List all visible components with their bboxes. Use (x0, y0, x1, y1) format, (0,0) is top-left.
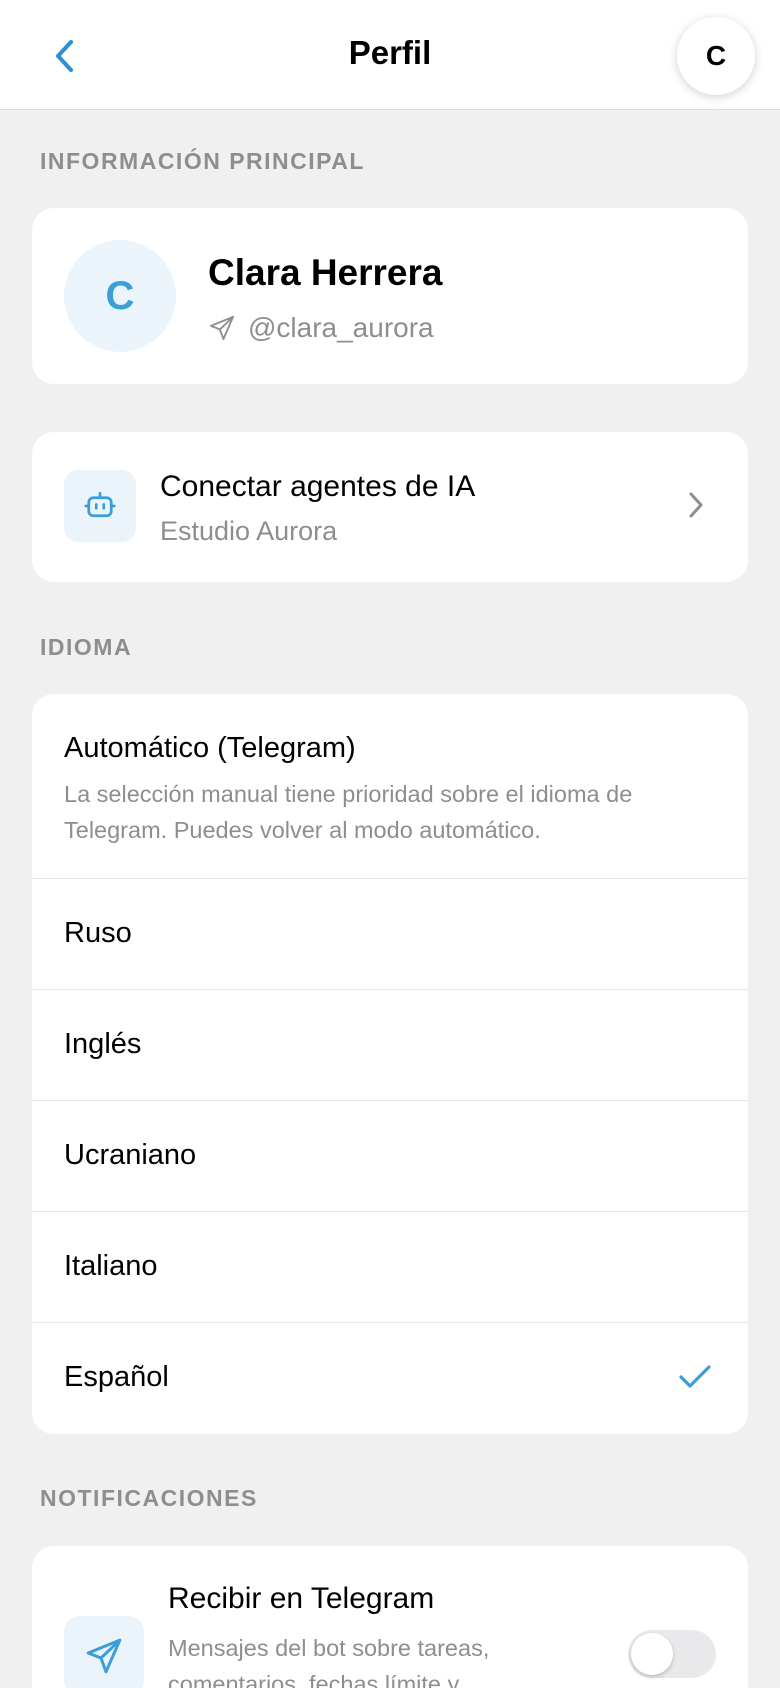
agents-title: Conectar agentes de IA (160, 470, 476, 503)
notifications-telegram-toggle[interactable] (628, 1630, 716, 1678)
profile-handle: @clara_aurora (248, 312, 434, 343)
language-option-label: Español (64, 1361, 169, 1393)
language-option-label: Inglés (64, 1028, 142, 1060)
profile-card: C Clara Herrera @clara_aurora (32, 208, 748, 384)
language-option-label: Ruso (64, 917, 132, 949)
profile-handle-row: @clara_aurora (208, 312, 434, 344)
language-option-italiano[interactable]: Italiano (32, 1212, 748, 1323)
profile-name: Clara Herrera (208, 252, 443, 293)
notifications-card: Recibir en Telegram Mensajes del bot sob… (32, 1546, 748, 1688)
bot-icon-box (64, 470, 136, 542)
language-auto-description: La selección manual tiene prioridad sobr… (64, 781, 633, 843)
toggle-knob (631, 1633, 673, 1675)
top-bar: Perfil C (0, 0, 780, 110)
language-option-ruso[interactable]: Ruso (32, 879, 748, 990)
header-avatar[interactable]: C (677, 17, 755, 95)
language-auto-title: Automático (Telegram) (64, 732, 356, 764)
section-title-notifications: NOTIFICACIONES (40, 1485, 258, 1511)
send-icon-box (64, 1616, 144, 1688)
bot-icon (84, 491, 116, 518)
page-title: Perfil (348, 34, 432, 71)
language-option-label: Italiano (64, 1250, 158, 1282)
profile-avatar: C (64, 240, 176, 352)
chevron-right-icon (689, 492, 703, 518)
telegram-send-icon (209, 315, 235, 341)
language-option-label: Ucraniano (64, 1139, 197, 1171)
agents-subtitle: Estudio Aurora (160, 516, 338, 546)
notifications-telegram-description: Mensajes del bot sobre tareas, comentari… (168, 1635, 490, 1688)
language-option-auto[interactable]: Automático (Telegram) La selección manua… (32, 694, 748, 879)
connect-ai-agents-row[interactable]: Conectar agentes de IA Estudio Aurora (32, 432, 748, 582)
language-option-espanol[interactable]: Español (32, 1323, 748, 1434)
language-option-ucraniano[interactable]: Ucraniano (32, 1101, 748, 1212)
language-card: Automático (Telegram) La selección manua… (32, 694, 748, 1434)
section-title-language: IDIOMA (40, 634, 133, 660)
section-title-main-info: INFORMACIÓN PRINCIPAL (40, 148, 365, 174)
paper-plane-icon (86, 1638, 122, 1674)
notifications-telegram-title: Recibir en Telegram (168, 1582, 435, 1615)
checkmark-icon (679, 1365, 711, 1388)
language-option-ingles[interactable]: Inglés (32, 990, 748, 1101)
